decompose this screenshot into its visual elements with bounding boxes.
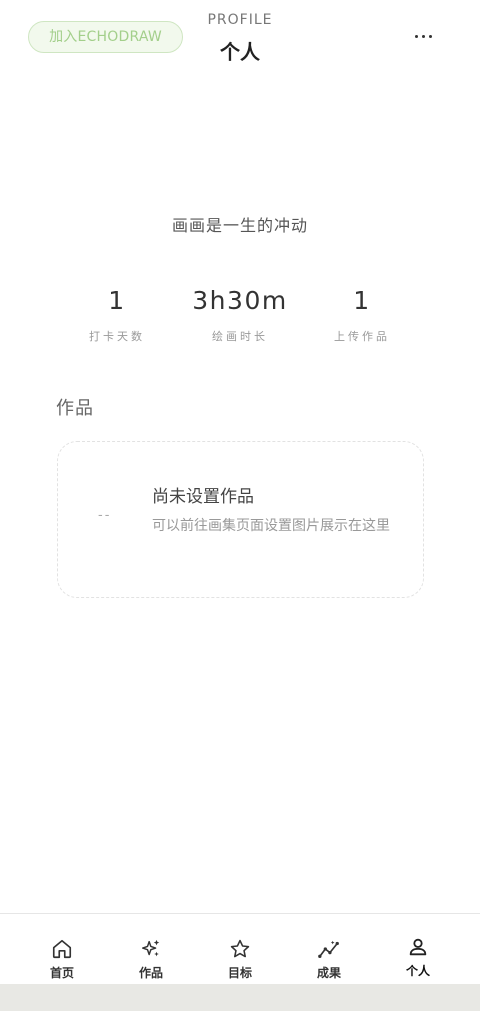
home-icon <box>52 939 72 959</box>
system-gesture-bar <box>0 984 480 1011</box>
works-section-title: 作品 <box>56 398 94 419</box>
nav-item-home[interactable]: 首页 <box>32 938 92 981</box>
user-icon <box>409 938 427 956</box>
stat-uploaded-works: 1 上传作品 <box>297 284 427 344</box>
nav-label: 目标 <box>227 966 252 980</box>
nav-label: 首页 <box>49 966 74 980</box>
more-horizontal-icon <box>414 34 418 38</box>
works-empty-card[interactable]: -- 尚未设置作品 可以前往画集页面设置图片展示在这里 <box>57 441 424 598</box>
stat-value: 3h30m <box>192 286 288 315</box>
sparkles-icon <box>142 939 160 957</box>
star-icon <box>230 939 250 958</box>
stat-value: 1 <box>353 286 371 315</box>
works-placeholder: -- <box>98 508 112 523</box>
works-empty-description: 可以前往画集页面设置图片展示在这里 <box>152 518 390 534</box>
nav-item-achievements[interactable]: 成果 <box>299 938 359 981</box>
stat-drawing-time: 3h30m 绘画时长 <box>175 284 305 344</box>
trend-chart-icon <box>318 940 339 958</box>
nav-label: 成果 <box>316 966 341 980</box>
nav-label: 作品 <box>138 966 163 980</box>
bottom-nav: 首页 作品 目标 成果 个人 <box>0 913 480 986</box>
stat-checkin-days: 1 打卡天数 <box>52 284 182 344</box>
page-title: 个人 <box>220 40 260 64</box>
more-options-button[interactable] <box>403 22 443 50</box>
stat-label: 绘画时长 <box>212 330 268 343</box>
page-subtitle: PROFILE <box>207 12 273 28</box>
works-empty-title: 尚未设置作品 <box>152 487 254 507</box>
nav-item-works[interactable]: 作品 <box>121 938 181 981</box>
profile-motto: 画画是一生的冲动 <box>171 216 308 235</box>
nav-item-goals[interactable]: 目标 <box>210 938 270 981</box>
stat-label: 打卡天数 <box>89 330 145 343</box>
stat-value: 1 <box>108 286 126 315</box>
nav-label: 个人 <box>405 964 430 978</box>
nav-item-profile[interactable]: 个人 <box>388 936 448 979</box>
stat-label: 上传作品 <box>334 330 390 343</box>
